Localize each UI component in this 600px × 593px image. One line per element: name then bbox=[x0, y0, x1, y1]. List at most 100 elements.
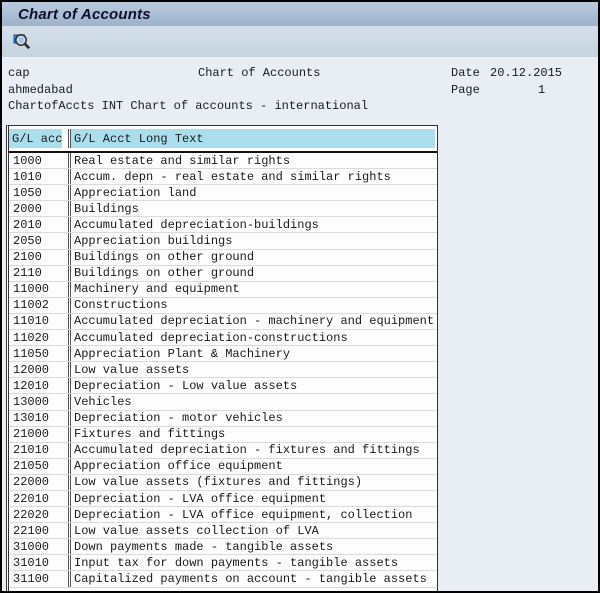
table-row[interactable]: 31100 Capitalized payments on account - … bbox=[9, 571, 437, 587]
table-row[interactable]: 2000 Buildings bbox=[9, 201, 437, 217]
cell-gl-acct: 21010 bbox=[9, 443, 71, 458]
report-title: Chart of Accounts bbox=[198, 66, 320, 80]
table-row[interactable]: 2100 Buildings on other ground bbox=[9, 250, 437, 266]
table-row[interactable]: 31000 Down payments made - tangible asse… bbox=[9, 539, 437, 555]
cell-gl-acct-long-text: Buildings on other ground bbox=[71, 266, 437, 281]
table-row[interactable]: 22100 Low value assets collection of LVA bbox=[9, 523, 437, 539]
cell-gl-acct-long-text: Constructions bbox=[71, 298, 437, 313]
find-button[interactable] bbox=[10, 31, 34, 53]
table-row[interactable]: 2050 Appreciation buildings bbox=[9, 233, 437, 249]
accounts-table: G/L acct G/L Acct Long Text 1000 Real es… bbox=[6, 125, 438, 591]
date-label: Date bbox=[451, 66, 480, 80]
table-row[interactable]: 12010 Depreciation - Low value assets bbox=[9, 378, 437, 394]
cell-gl-acct-long-text: Depreciation - LVA office equipment, col… bbox=[71, 507, 437, 522]
cell-gl-acct: 11010 bbox=[9, 314, 71, 329]
cell-gl-acct-long-text: Low value assets bbox=[71, 362, 437, 377]
cell-gl-acct-long-text: Input tax for down payments - tangible a… bbox=[71, 555, 437, 570]
cell-gl-acct-long-text: Accum. depn - real estate and similar ri… bbox=[71, 169, 437, 184]
cell-gl-acct-long-text: Accumulated depreciation-buildings bbox=[71, 217, 437, 232]
report-user: cap bbox=[8, 66, 30, 80]
table-row[interactable]: 11000 Machinery and equipment bbox=[9, 282, 437, 298]
cell-gl-acct: 31100 bbox=[9, 571, 71, 586]
cell-gl-acct: 12000 bbox=[9, 362, 71, 377]
cell-gl-acct-long-text: Appreciation Plant & Machinery bbox=[71, 346, 437, 361]
table-row[interactable]: 22010 Depreciation - LVA office equipmen… bbox=[9, 491, 437, 507]
report-location: ahmedabad bbox=[8, 83, 73, 97]
cell-gl-acct: 1000 bbox=[9, 153, 71, 168]
table-header-row: G/L acct G/L Acct Long Text bbox=[9, 126, 437, 153]
table-row[interactable]: 21000 Fixtures and fittings bbox=[9, 427, 437, 443]
cell-gl-acct: 11020 bbox=[9, 330, 71, 345]
cell-gl-acct: 12010 bbox=[9, 378, 71, 393]
table-row[interactable]: 1050 Appreciation land bbox=[9, 185, 437, 201]
cell-gl-acct: 11050 bbox=[9, 346, 71, 361]
date-value: 20.12.2015 bbox=[490, 66, 562, 80]
cell-gl-acct-long-text: Appreciation buildings bbox=[71, 233, 437, 248]
cell-gl-acct-long-text: Depreciation - motor vehicles bbox=[71, 411, 437, 426]
table-row[interactable]: 2110 Buildings on other ground bbox=[9, 266, 437, 282]
toolbar bbox=[2, 26, 598, 58]
page-value: 1 bbox=[538, 83, 545, 97]
cell-gl-acct: 2010 bbox=[9, 217, 71, 232]
cell-gl-acct: 2050 bbox=[9, 233, 71, 248]
sap-window: Chart of Accounts cap Chart of Accounts … bbox=[0, 0, 600, 593]
cell-gl-acct-long-text: Machinery and equipment bbox=[71, 282, 437, 297]
report-area: cap Chart of Accounts Date 20.12.2015 ah… bbox=[2, 58, 598, 591]
cell-gl-acct: 1050 bbox=[9, 185, 71, 200]
cell-gl-acct: 22020 bbox=[9, 507, 71, 522]
cell-gl-acct: 2000 bbox=[9, 201, 71, 216]
column-header-name-wrap: G/L Acct Long Text bbox=[71, 129, 437, 148]
cell-gl-acct-long-text: Accumulated depreciation-constructions bbox=[71, 330, 437, 345]
table-row[interactable]: 1010 Accum. depn - real estate and simil… bbox=[9, 169, 437, 185]
table-row[interactable]: 13010 Depreciation - motor vehicles bbox=[9, 411, 437, 427]
report-subtitle: ChartofAccts INT Chart of accounts - int… bbox=[8, 99, 368, 113]
cell-gl-acct-long-text: Fixtures and fittings bbox=[71, 427, 437, 442]
table-row[interactable]: 22020 Depreciation - LVA office equipmen… bbox=[9, 507, 437, 523]
cell-gl-acct-long-text: Low value assets collection of LVA bbox=[71, 523, 437, 538]
column-header-acct-wrap: G/L acct bbox=[9, 129, 71, 148]
cell-gl-acct-long-text: Appreciation land bbox=[71, 185, 437, 200]
cell-gl-acct-long-text: Depreciation - LVA office equipment bbox=[71, 491, 437, 506]
search-icon bbox=[13, 33, 32, 51]
cell-gl-acct-long-text: Buildings on other ground bbox=[71, 250, 437, 265]
table-row[interactable]: 21010 Accumulated depreciation - fixture… bbox=[9, 443, 437, 459]
table-row[interactable]: 11020 Accumulated depreciation-construct… bbox=[9, 330, 437, 346]
cell-gl-acct-long-text: Appreciation office equipment bbox=[71, 459, 437, 474]
cell-gl-acct: 31000 bbox=[9, 539, 71, 554]
column-header-acct[interactable]: G/L acct bbox=[9, 129, 62, 148]
table-row[interactable]: 22000 Low value assets (fixtures and fit… bbox=[9, 475, 437, 491]
cell-gl-acct: 2100 bbox=[9, 250, 71, 265]
column-header-name[interactable]: G/L Acct Long Text bbox=[71, 129, 435, 148]
table-row[interactable]: 21050 Appreciation office equipment bbox=[9, 459, 437, 475]
cell-gl-acct: 11002 bbox=[9, 298, 71, 313]
cell-gl-acct-long-text: Vehicles bbox=[71, 394, 437, 409]
cell-gl-acct: 2110 bbox=[9, 266, 71, 281]
cell-gl-acct: 1010 bbox=[9, 169, 71, 184]
cell-gl-acct-long-text: Buildings bbox=[71, 201, 437, 216]
table-row[interactable]: 2010 Accumulated depreciation-buildings bbox=[9, 217, 437, 233]
table-row[interactable]: 11010 Accumulated depreciation - machine… bbox=[9, 314, 437, 330]
window-titlebar: Chart of Accounts bbox=[2, 2, 598, 26]
cell-gl-acct-long-text: Real estate and similar rights bbox=[71, 153, 437, 168]
cell-gl-acct-long-text: Accumulated depreciation - fixtures and … bbox=[71, 443, 437, 458]
cell-gl-acct: 22000 bbox=[9, 475, 71, 490]
cell-gl-acct-long-text: Capitalized payments on account - tangib… bbox=[71, 571, 437, 586]
table-row[interactable]: 12000 Low value assets bbox=[9, 362, 437, 378]
cell-gl-acct: 13010 bbox=[9, 411, 71, 426]
table-row[interactable]: 1000 Real estate and similar rights bbox=[9, 153, 437, 169]
cell-gl-acct-long-text: Down payments made - tangible assets bbox=[71, 539, 437, 554]
table-row[interactable]: 13000 Vehicles bbox=[9, 394, 437, 410]
page-title: Chart of Accounts bbox=[18, 6, 151, 23]
table-row[interactable]: 31010 Input tax for down payments - tang… bbox=[9, 555, 437, 571]
cell-gl-acct: 31010 bbox=[9, 555, 71, 570]
cell-gl-acct-long-text: Low value assets (fixtures and fittings) bbox=[71, 475, 437, 490]
cell-gl-acct-long-text: Accumulated depreciation - machinery and… bbox=[71, 314, 437, 329]
table-row[interactable]: 11002 Constructions bbox=[9, 298, 437, 314]
cell-gl-acct: 22010 bbox=[9, 491, 71, 506]
table-row[interactable]: 11050 Appreciation Plant & Machinery bbox=[9, 346, 437, 362]
cell-gl-acct: 13000 bbox=[9, 394, 71, 409]
cell-gl-acct: 22100 bbox=[9, 523, 71, 538]
cell-gl-acct: 21050 bbox=[9, 459, 71, 474]
cell-gl-acct: 11000 bbox=[9, 282, 71, 297]
page-label: Page bbox=[451, 83, 480, 97]
